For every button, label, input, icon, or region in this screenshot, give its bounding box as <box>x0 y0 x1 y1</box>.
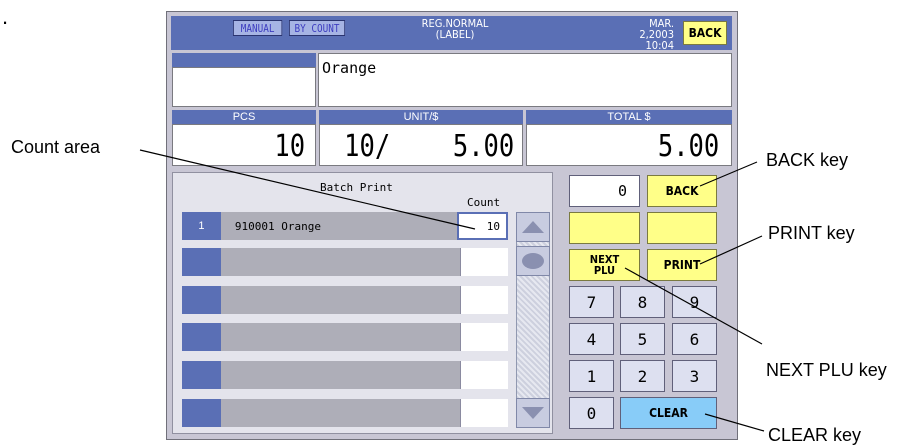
back-key-leader <box>699 161 758 187</box>
print-key-callout: PRINT key <box>768 223 855 243</box>
print-key-leader <box>699 235 763 265</box>
count-area-callout: Count area <box>11 137 101 157</box>
count-area-leader <box>139 149 476 230</box>
back-key-callout: BACK key <box>766 150 849 170</box>
next-plu-key-callout: NEXT PLU key <box>766 360 887 380</box>
clear-key-leader <box>704 413 765 432</box>
clear-key-callout: CLEAR key <box>768 425 862 445</box>
next-plu-key-leader <box>624 267 763 345</box>
